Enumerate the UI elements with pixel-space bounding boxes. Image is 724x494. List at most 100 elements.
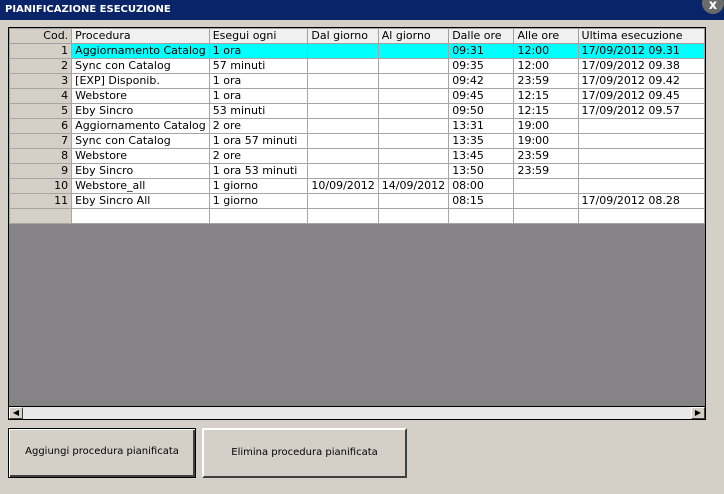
table-cell[interactable] [377,103,450,119]
table-cell[interactable]: 17/09/2012 09.31 [577,43,705,59]
table-cell[interactable]: [EXP] Disponib. [71,73,210,89]
table-row[interactable]: 7 Sync con Catalog 1 ora 57 minuti 13:35 19:… [9,133,705,149]
table-cell[interactable]: 13:35 [448,133,515,149]
table-cell[interactable] [377,43,450,59]
table-cell[interactable]: 09:50 [448,103,515,119]
table-row[interactable] [9,208,705,224]
table-cell[interactable]: 09:42 [448,73,515,89]
table-cell[interactable] [307,163,379,179]
scroll-right-icon[interactable]: ▶ [691,407,705,419]
scroll-left-icon[interactable]: ◀ [9,407,23,419]
table-row[interactable]: 10 Webstore_all 1 giorno 10/09/2012 14/09/20… [9,178,705,194]
table-cell[interactable] [307,88,379,104]
table-cell[interactable] [208,208,309,224]
table-cell[interactable] [377,73,450,89]
table-cell[interactable]: 17/09/2012 09.42 [577,73,705,89]
table-cell[interactable] [377,208,450,224]
table-cell[interactable] [377,163,450,179]
horizontal-scrollbar[interactable]: ◀ ▶ [8,406,706,420]
table-cell[interactable]: 13:31 [448,118,515,134]
table-cell[interactable] [377,58,450,74]
table-cell[interactable]: 2 ore [208,118,309,134]
table-cell[interactable]: 1 giorno [208,178,309,194]
table-cell[interactable]: 23:59 [513,163,579,179]
table-cell[interactable] [307,133,379,149]
table-cell[interactable] [513,178,579,194]
table-cell[interactable] [307,103,379,119]
table-cell[interactable]: Sync con Catalog [71,58,210,74]
add-scheduled-procedure-button[interactable]: Aggiungi procedura pianificata [8,428,196,478]
table-cell[interactable]: 8 [9,148,73,164]
table-cell[interactable]: 19:00 [513,133,579,149]
table-cell[interactable]: Webstore_all [71,178,210,194]
table-row[interactable]: 2 Sync con Catalog 57 minuti 09:35 12:00 17/0… [9,58,705,74]
table-row[interactable]: 6 Aggiornamento Catalog 2 ore 13:31 19:00 [9,118,705,134]
table-cell[interactable] [577,148,705,164]
column-header[interactable]: Procedura [71,28,210,44]
table-cell[interactable]: 09:45 [448,88,515,104]
close-icon[interactable]: x [702,0,724,14]
table-cell[interactable] [307,208,379,224]
table-cell[interactable] [71,208,210,224]
table-cell[interactable] [307,193,379,209]
table-cell[interactable] [377,193,450,209]
table-cell[interactable] [307,148,379,164]
column-header[interactable]: Esegui ogni [208,28,309,44]
table-cell[interactable]: Aggiornamento Catalog [71,43,210,59]
table-cell[interactable]: 1 ora [208,43,309,59]
table-cell[interactable] [448,208,515,224]
table-cell[interactable]: 11 [9,193,73,209]
table-cell[interactable] [307,58,379,74]
table-cell[interactable] [9,208,73,224]
table-row[interactable]: 3 [EXP] Disponib. 1 ora 09:42 23:59 17/09/201… [9,73,705,89]
table-cell[interactable]: 08:15 [448,193,515,209]
schedule-grid[interactable]: Cod. Procedura Esegui ogni Dal giorno Al gio… [8,27,706,420]
table-cell[interactable]: 23:59 [513,73,579,89]
table-cell[interactable]: 7 [9,133,73,149]
table-cell[interactable] [307,118,379,134]
table-cell[interactable]: 09:31 [448,43,515,59]
table-cell[interactable]: Eby Sincro [71,103,210,119]
table-cell[interactable]: 13:45 [448,148,515,164]
table-cell[interactable]: 5 [9,103,73,119]
table-cell[interactable] [513,193,579,209]
table-cell[interactable]: 2 ore [208,148,309,164]
table-row[interactable]: 9 Eby Sincro 1 ora 53 minuti 13:50 23:59 [9,163,705,179]
table-row[interactable]: 4 Webstore 1 ora 09:45 12:15 17/09/2012 09.45 [9,88,705,104]
table-row[interactable]: 5 Eby Sincro 53 minuti 09:50 12:15 17/09/2012… [9,103,705,119]
table-cell[interactable]: 57 minuti [208,58,309,74]
table-cell[interactable]: 10/09/2012 [307,178,379,194]
table-cell[interactable] [377,118,450,134]
table-cell[interactable] [577,178,705,194]
table-cell[interactable]: 9 [9,163,73,179]
table-cell[interactable]: 17/09/2012 09.57 [577,103,705,119]
table-cell[interactable]: 1 [9,43,73,59]
column-header[interactable]: Ultima esecuzione [577,28,705,44]
table-cell[interactable] [377,133,450,149]
table-cell[interactable]: Eby Sincro [71,163,210,179]
table-cell[interactable]: 14/09/2012 [377,178,450,194]
table-row[interactable]: 11 Eby Sincro All 1 giorno 08:15 17/09/2012 … [9,193,705,209]
table-cell[interactable]: 4 [9,88,73,104]
table-cell[interactable]: 17/09/2012 09.45 [577,88,705,104]
column-header[interactable]: Dal giorno [307,28,379,44]
table-cell[interactable] [577,118,705,134]
table-cell[interactable]: Sync con Catalog [71,133,210,149]
table-cell[interactable]: 17/09/2012 09.38 [577,58,705,74]
table-cell[interactable]: 1 ora [208,73,309,89]
column-header[interactable]: Dalle ore [448,28,515,44]
table-cell[interactable]: Webstore [71,148,210,164]
delete-scheduled-procedure-button[interactable]: Elimina procedura pianificata [202,428,407,478]
table-row[interactable]: 1 Aggiornamento Catalog 1 ora 09:31 12:00 17/… [9,43,705,59]
table-row[interactable]: 8 Webstore 2 ore 13:45 23:59 [9,148,705,164]
table-cell[interactable]: 1 ora [208,88,309,104]
table-cell[interactable]: 10 [9,178,73,194]
table-cell[interactable]: 1 ora 57 minuti [208,133,309,149]
table-cell[interactable]: Aggiornamento Catalog [71,118,210,134]
column-header[interactable]: Al giorno [377,28,450,44]
table-cell[interactable]: Webstore [71,88,210,104]
column-header[interactable]: Cod. [9,28,73,44]
table-cell[interactable] [577,133,705,149]
table-cell[interactable]: 13:50 [448,163,515,179]
table-cell[interactable]: 12:00 [513,43,579,59]
